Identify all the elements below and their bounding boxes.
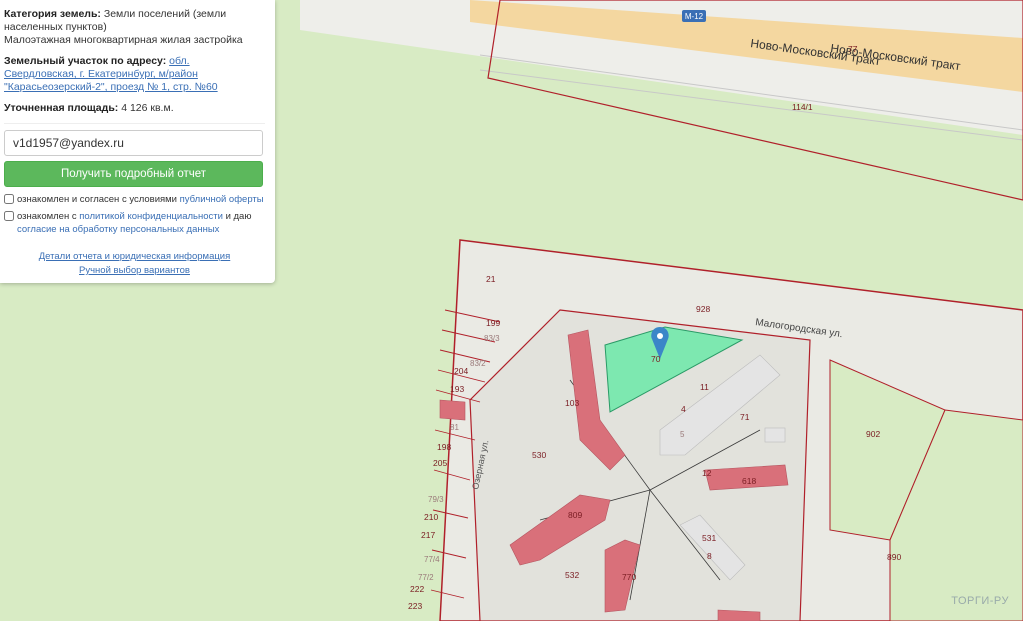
faint-parcel-label: 81: [450, 423, 459, 432]
parcel-label: 770: [622, 572, 636, 582]
faint-parcel-label: 77/2: [418, 573, 434, 582]
details-link[interactable]: Детали отчета и юридическая информация: [4, 250, 265, 264]
parcel-label: 12: [702, 468, 712, 478]
parcel-label: 890: [887, 552, 901, 562]
privacy-link[interactable]: политикой конфиденциальности: [79, 211, 223, 222]
manual-choice-link[interactable]: Ручной выбор вариантов: [4, 264, 265, 278]
parcel-label: 11: [700, 382, 709, 392]
parcel-label: 198: [437, 442, 451, 452]
parcel-label: 531: [702, 533, 716, 543]
privacy-checkbox[interactable]: [4, 211, 14, 221]
parcel-label: 71: [740, 412, 750, 422]
offer-link[interactable]: публичной оферты: [180, 194, 264, 205]
parcel-label: 77: [848, 44, 858, 54]
parcel-label: 210: [424, 512, 438, 522]
parcel-label: 199: [486, 318, 500, 328]
offer-checkbox[interactable]: [4, 194, 14, 204]
watermark: ТОРГИ-РУ: [951, 595, 1009, 607]
parcel-label: 217: [421, 530, 435, 540]
parcel-label: 204: [454, 366, 468, 376]
parcel-label: 223: [408, 601, 422, 611]
parcel-label: 21: [486, 274, 496, 284]
parcel-area: Уточненная площадь: 4 126 кв.м.: [4, 102, 174, 114]
parcel-label: 114/1: [792, 102, 813, 112]
parcel-label: 928: [696, 304, 710, 314]
land-category: Категория земель: Земли поселений (земли…: [4, 8, 243, 46]
parcel-label: 4: [681, 404, 686, 414]
parcel-label: 70: [651, 354, 661, 364]
parcel-label: 530: [532, 450, 546, 460]
parcel-label: 103: [565, 398, 579, 408]
info-panel: Категория земель: Земли поселений (земли…: [0, 0, 275, 283]
parcel-label: 193: [450, 384, 464, 394]
consent-link[interactable]: согласие на обработку персональных данны…: [17, 224, 219, 235]
faint-parcel-label: 77/4: [424, 555, 440, 564]
parcel-label: 532: [565, 570, 579, 580]
parcel-label: 222: [410, 584, 424, 594]
parcel-label: 809: [568, 510, 582, 520]
parcel-label: 618: [742, 476, 756, 486]
faint-parcel-label: 83/2: [470, 359, 486, 368]
get-report-button[interactable]: Получить подробный отчет: [4, 161, 263, 187]
road-badge: М-12: [685, 12, 704, 21]
parcel-label: 902: [866, 429, 880, 439]
parcel-label: 205: [433, 458, 447, 468]
email-input[interactable]: [4, 130, 263, 156]
parcel-address: Земельный участок по адресу: обл. Свердл…: [4, 55, 218, 93]
faint-parcel-label: 79/3: [428, 495, 444, 504]
faint-parcel-label: 5: [680, 430, 685, 439]
faint-parcel-label: 83/3: [484, 334, 500, 343]
parcel-label: 8: [707, 551, 712, 561]
